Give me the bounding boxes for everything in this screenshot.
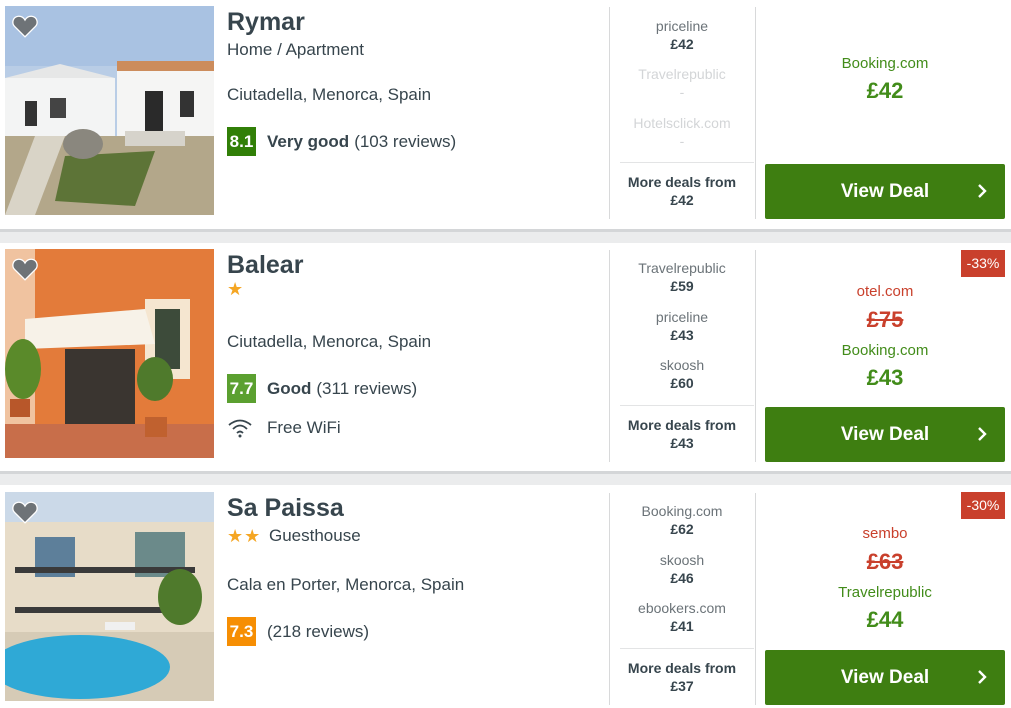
card-separator [0, 229, 1011, 243]
accommodation-type: Guesthouse [269, 526, 361, 545]
hotel-name[interactable]: Balear [227, 251, 303, 280]
deal-item[interactable]: Travelrepublic £59 [610, 259, 754, 295]
deal-provider: Hotelsclick.com [633, 115, 731, 131]
deal-price: £43 [670, 327, 694, 343]
view-deal-label: View Deal [840, 667, 930, 688]
rating-score: 7.3 [227, 617, 256, 646]
view-deal-label: View Deal [840, 424, 930, 445]
heart-icon[interactable] [12, 257, 38, 281]
deal-provider: Booking.com [641, 503, 723, 519]
more-deals-link[interactable]: More deals from £42 [610, 173, 754, 209]
deal-item[interactable]: skoosh £46 [610, 551, 754, 587]
amenity-wifi: Free WiFi [227, 418, 341, 438]
deal-provider: skoosh [659, 357, 705, 373]
old-deal-price: £75 [866, 307, 904, 332]
accommodation-type: Home / Apartment [227, 40, 365, 59]
more-deals-price: £37 [670, 678, 694, 694]
more-deals-label: More deals from [627, 174, 737, 190]
best-deal-price[interactable]: £44 [765, 607, 1005, 633]
star-rating: ★ [227, 279, 245, 299]
old-deal-price: £63 [866, 549, 904, 574]
chevron-right-icon [978, 670, 987, 684]
deal-item: Hotelsclick.com - [610, 114, 754, 150]
deal-item[interactable]: ebookers.com £41 [610, 599, 754, 635]
card-separator [0, 471, 1011, 485]
discount-badge: -33% [961, 250, 1005, 277]
amenity-label: Free WiFi [267, 418, 341, 437]
deal-price: £59 [670, 278, 694, 294]
divider [620, 405, 754, 406]
heart-icon[interactable] [12, 14, 38, 38]
hotel-card-rymar: Rymar Home / Apartment Ciutadella, Menor… [0, 0, 1011, 228]
more-deals-label: More deals from [627, 660, 737, 676]
more-deals-link[interactable]: More deals from £37 [610, 659, 754, 695]
rating-score: 8.1 [227, 127, 256, 156]
review-count: (311 reviews) [316, 378, 418, 398]
divider [755, 250, 756, 462]
divider [755, 493, 756, 705]
deal-provider: ebookers.com [638, 600, 726, 616]
deal-price: £62 [670, 521, 694, 537]
deal-provider: Travelrepublic [638, 66, 726, 82]
deal-price: - [679, 133, 685, 149]
deal-price: £41 [670, 618, 694, 634]
view-deal-label: View Deal [840, 181, 930, 202]
best-deal-provider[interactable]: Booking.com [765, 342, 1005, 359]
view-deal-button[interactable]: View Deal [765, 407, 1005, 462]
rating-row[interactable]: 7.3 (218 reviews) [227, 617, 369, 646]
rating-label: Very good [267, 131, 350, 151]
deal-item[interactable]: Booking.com £62 [610, 502, 754, 538]
hotel-location[interactable]: Cala en Porter, Menorca, Spain [227, 575, 464, 595]
divider [620, 648, 754, 649]
rating-score: 7.7 [227, 374, 256, 403]
old-deal-provider[interactable]: sembo [765, 525, 1005, 542]
deal-price: £46 [670, 570, 694, 586]
chevron-right-icon [978, 427, 987, 441]
more-deals-price: £42 [670, 192, 694, 208]
rating-row[interactable]: 8.1 Very good (103 reviews) [227, 127, 456, 156]
view-deal-button[interactable]: View Deal [765, 650, 1005, 705]
deal-provider: skoosh [659, 552, 705, 568]
deal-provider: priceline [655, 18, 709, 34]
more-deals-price: £43 [670, 435, 694, 451]
hotel-card-balear: Balear ★ Ciutadella, Menorca, Spain 7.7 … [0, 243, 1011, 471]
hotel-name[interactable]: Sa Paissa [227, 494, 344, 523]
discount-badge: -30% [961, 492, 1005, 519]
more-deals-label: More deals from [627, 417, 737, 433]
deal-item[interactable]: skoosh £60 [610, 356, 754, 392]
deal-provider: priceline [655, 309, 709, 325]
best-deal-provider[interactable]: Travelrepublic [765, 584, 1005, 601]
deal-price: £42 [670, 36, 694, 52]
deal-price: - [679, 84, 685, 100]
deal-provider: Travelrepublic [638, 260, 726, 276]
chevron-right-icon [978, 184, 987, 198]
review-count: (218 reviews) [267, 621, 370, 641]
star-rating: ★★ [227, 526, 262, 546]
best-deal-price[interactable]: £42 [765, 78, 1005, 104]
divider [620, 162, 754, 163]
rating-row[interactable]: 7.7 Good (311 reviews) [227, 374, 417, 403]
deal-price: £60 [670, 375, 694, 391]
best-deal-provider[interactable]: Booking.com [765, 55, 1005, 72]
view-deal-button[interactable]: View Deal [765, 164, 1005, 219]
deal-item[interactable]: priceline £43 [610, 308, 754, 344]
old-deal-provider[interactable]: otel.com [765, 283, 1005, 300]
divider [755, 7, 756, 219]
best-deal-price[interactable]: £43 [765, 365, 1005, 391]
more-deals-link[interactable]: More deals from £43 [610, 416, 754, 452]
wifi-icon [228, 419, 252, 438]
heart-icon[interactable] [12, 500, 38, 524]
review-count: (103 reviews) [354, 131, 457, 151]
hotel-card-sa-paissa: Sa Paissa ★★ Guesthouse Cala en Porter, … [0, 486, 1011, 708]
hotel-name[interactable]: Rymar [227, 8, 305, 37]
rating-label: Good [267, 378, 312, 398]
deal-item: Travelrepublic - [610, 65, 754, 101]
hotel-location[interactable]: Ciutadella, Menorca, Spain [227, 85, 431, 105]
hotel-location[interactable]: Ciutadella, Menorca, Spain [227, 332, 431, 352]
deal-item[interactable]: priceline £42 [610, 17, 754, 53]
